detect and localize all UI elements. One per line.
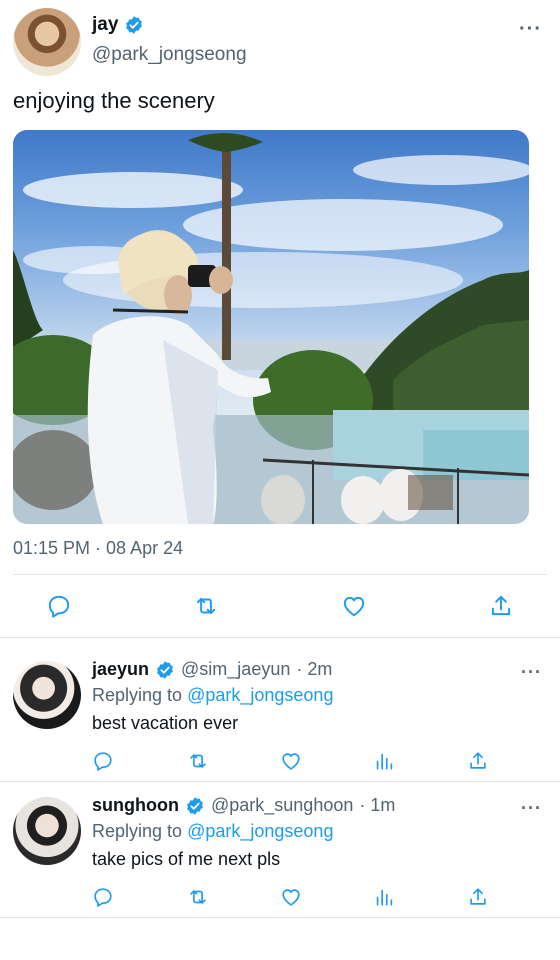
reply-button[interactable] xyxy=(91,885,115,909)
main-tweet: jay @park_jongseong ··· enjoying the sce… xyxy=(0,0,560,640)
retweet-button[interactable] xyxy=(192,592,220,620)
reply-time: · 1m xyxy=(359,795,396,815)
replying-to: Replying to @park_jongseong xyxy=(92,685,333,706)
verified-badge-icon xyxy=(124,15,144,35)
replying-to-link[interactable]: @park_jongseong xyxy=(187,685,333,705)
like-button[interactable] xyxy=(279,749,303,773)
analytics-icon xyxy=(373,886,395,908)
reply-button[interactable] xyxy=(91,749,115,773)
replying-prefix: Replying to xyxy=(92,821,183,841)
verified-badge-icon xyxy=(155,660,175,680)
analytics-button[interactable] xyxy=(372,749,396,773)
like-button[interactable] xyxy=(340,592,368,620)
display-name[interactable]: sunghoon xyxy=(92,795,179,816)
reply-text: best vacation ever xyxy=(92,713,239,733)
divider xyxy=(13,574,547,575)
reply-icon xyxy=(92,886,114,908)
retweet-button[interactable] xyxy=(186,749,210,773)
share-icon xyxy=(488,593,514,619)
share-button[interactable] xyxy=(487,592,515,620)
replying-prefix: Replying to xyxy=(92,685,183,705)
tweet-actions xyxy=(0,588,560,624)
display-name[interactable]: jaeyun xyxy=(92,659,149,680)
share-button[interactable] xyxy=(466,749,490,773)
analytics-button[interactable] xyxy=(372,885,396,909)
reply-header: jaeyun @sim_jaeyun · 2m xyxy=(92,659,332,680)
avatar[interactable] xyxy=(13,8,81,76)
photo-scene xyxy=(13,132,529,524)
more-options-icon[interactable]: ··· xyxy=(519,19,542,39)
more-options-icon[interactable]: ··· xyxy=(521,663,542,681)
share-icon xyxy=(467,750,489,772)
verified-badge-icon xyxy=(185,796,205,816)
divider xyxy=(0,637,560,638)
reply-item[interactable]: sunghoon @park_sunghoon · 1m ··· Replyin… xyxy=(0,779,560,917)
tweet-timestamp[interactable]: 01:15 PM · 08 Apr 24 xyxy=(13,538,183,559)
user-handle[interactable]: @park_jongseong xyxy=(92,44,247,66)
tweet-photo[interactable] xyxy=(13,130,529,524)
user-handle[interactable]: @park_sunghoon xyxy=(211,795,353,816)
reply-icon xyxy=(92,750,114,772)
retweet-icon xyxy=(187,886,209,908)
more-options-icon[interactable]: ··· xyxy=(521,799,542,817)
avatar[interactable] xyxy=(13,797,81,865)
share-icon xyxy=(467,886,489,908)
reply-time: · 2m xyxy=(296,659,333,679)
avatar[interactable] xyxy=(13,661,81,729)
retweet-icon xyxy=(193,593,219,619)
heart-icon xyxy=(341,593,367,619)
user-handle[interactable]: @sim_jaeyun xyxy=(181,659,290,680)
display-name[interactable]: jay xyxy=(92,14,118,36)
heart-icon xyxy=(280,886,302,908)
retweet-icon xyxy=(187,750,209,772)
reply-button[interactable] xyxy=(45,592,73,620)
share-button[interactable] xyxy=(466,885,490,909)
heart-icon xyxy=(280,750,302,772)
replying-to: Replying to @park_jongseong xyxy=(92,821,333,842)
tweet-text: enjoying the scenery xyxy=(13,88,215,113)
reply-header: sunghoon @park_sunghoon · 1m xyxy=(92,795,395,816)
divider xyxy=(0,917,560,918)
author-name-row: jay xyxy=(92,14,144,36)
like-button[interactable] xyxy=(279,885,303,909)
reply-item[interactable]: jaeyun @sim_jaeyun · 2m ··· Replying to … xyxy=(0,643,560,781)
analytics-icon xyxy=(373,750,395,772)
reply-text: take pics of me next pls xyxy=(92,849,281,869)
retweet-button[interactable] xyxy=(186,885,210,909)
reply-icon xyxy=(46,593,72,619)
replying-to-link[interactable]: @park_jongseong xyxy=(187,821,333,841)
